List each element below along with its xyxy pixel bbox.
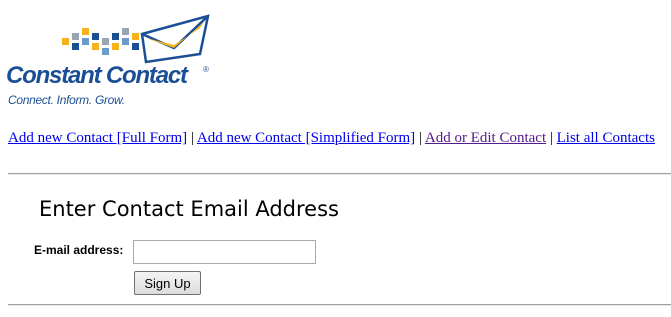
nav-link-add-contact-full-form[interactable]: Add new Contact [Full Form] [8,130,187,146]
nav-link-list-all-contacts[interactable]: List all Contacts [557,130,655,146]
nav-separator: | [190,130,194,146]
divider-bottom [8,304,671,306]
email-label: E-mail address: [34,243,124,257]
nav-separator: | [549,130,553,146]
nav-separator: | [418,130,422,146]
divider-top [8,173,671,175]
brand-tagline: Connect. Inform. Grow. [8,93,125,107]
registered-mark: ® [203,65,209,74]
sign-up-button[interactable]: Sign Up [134,271,201,295]
email-input[interactable] [133,240,316,264]
nav-links: Add new Contact [Full Form] | Add new Co… [8,130,655,147]
nav-link-add-or-edit-contact[interactable]: Add or Edit Contact [425,130,546,146]
form-title: Enter Contact Email Address [39,197,339,221]
nav-link-add-contact-simplified-form[interactable]: Add new Contact [Simplified Form] [197,130,415,146]
brand-name: Constant Contact [6,62,188,89]
constant-contact-logo: Constant Contact ® Connect. Inform. Grow… [6,12,216,112]
